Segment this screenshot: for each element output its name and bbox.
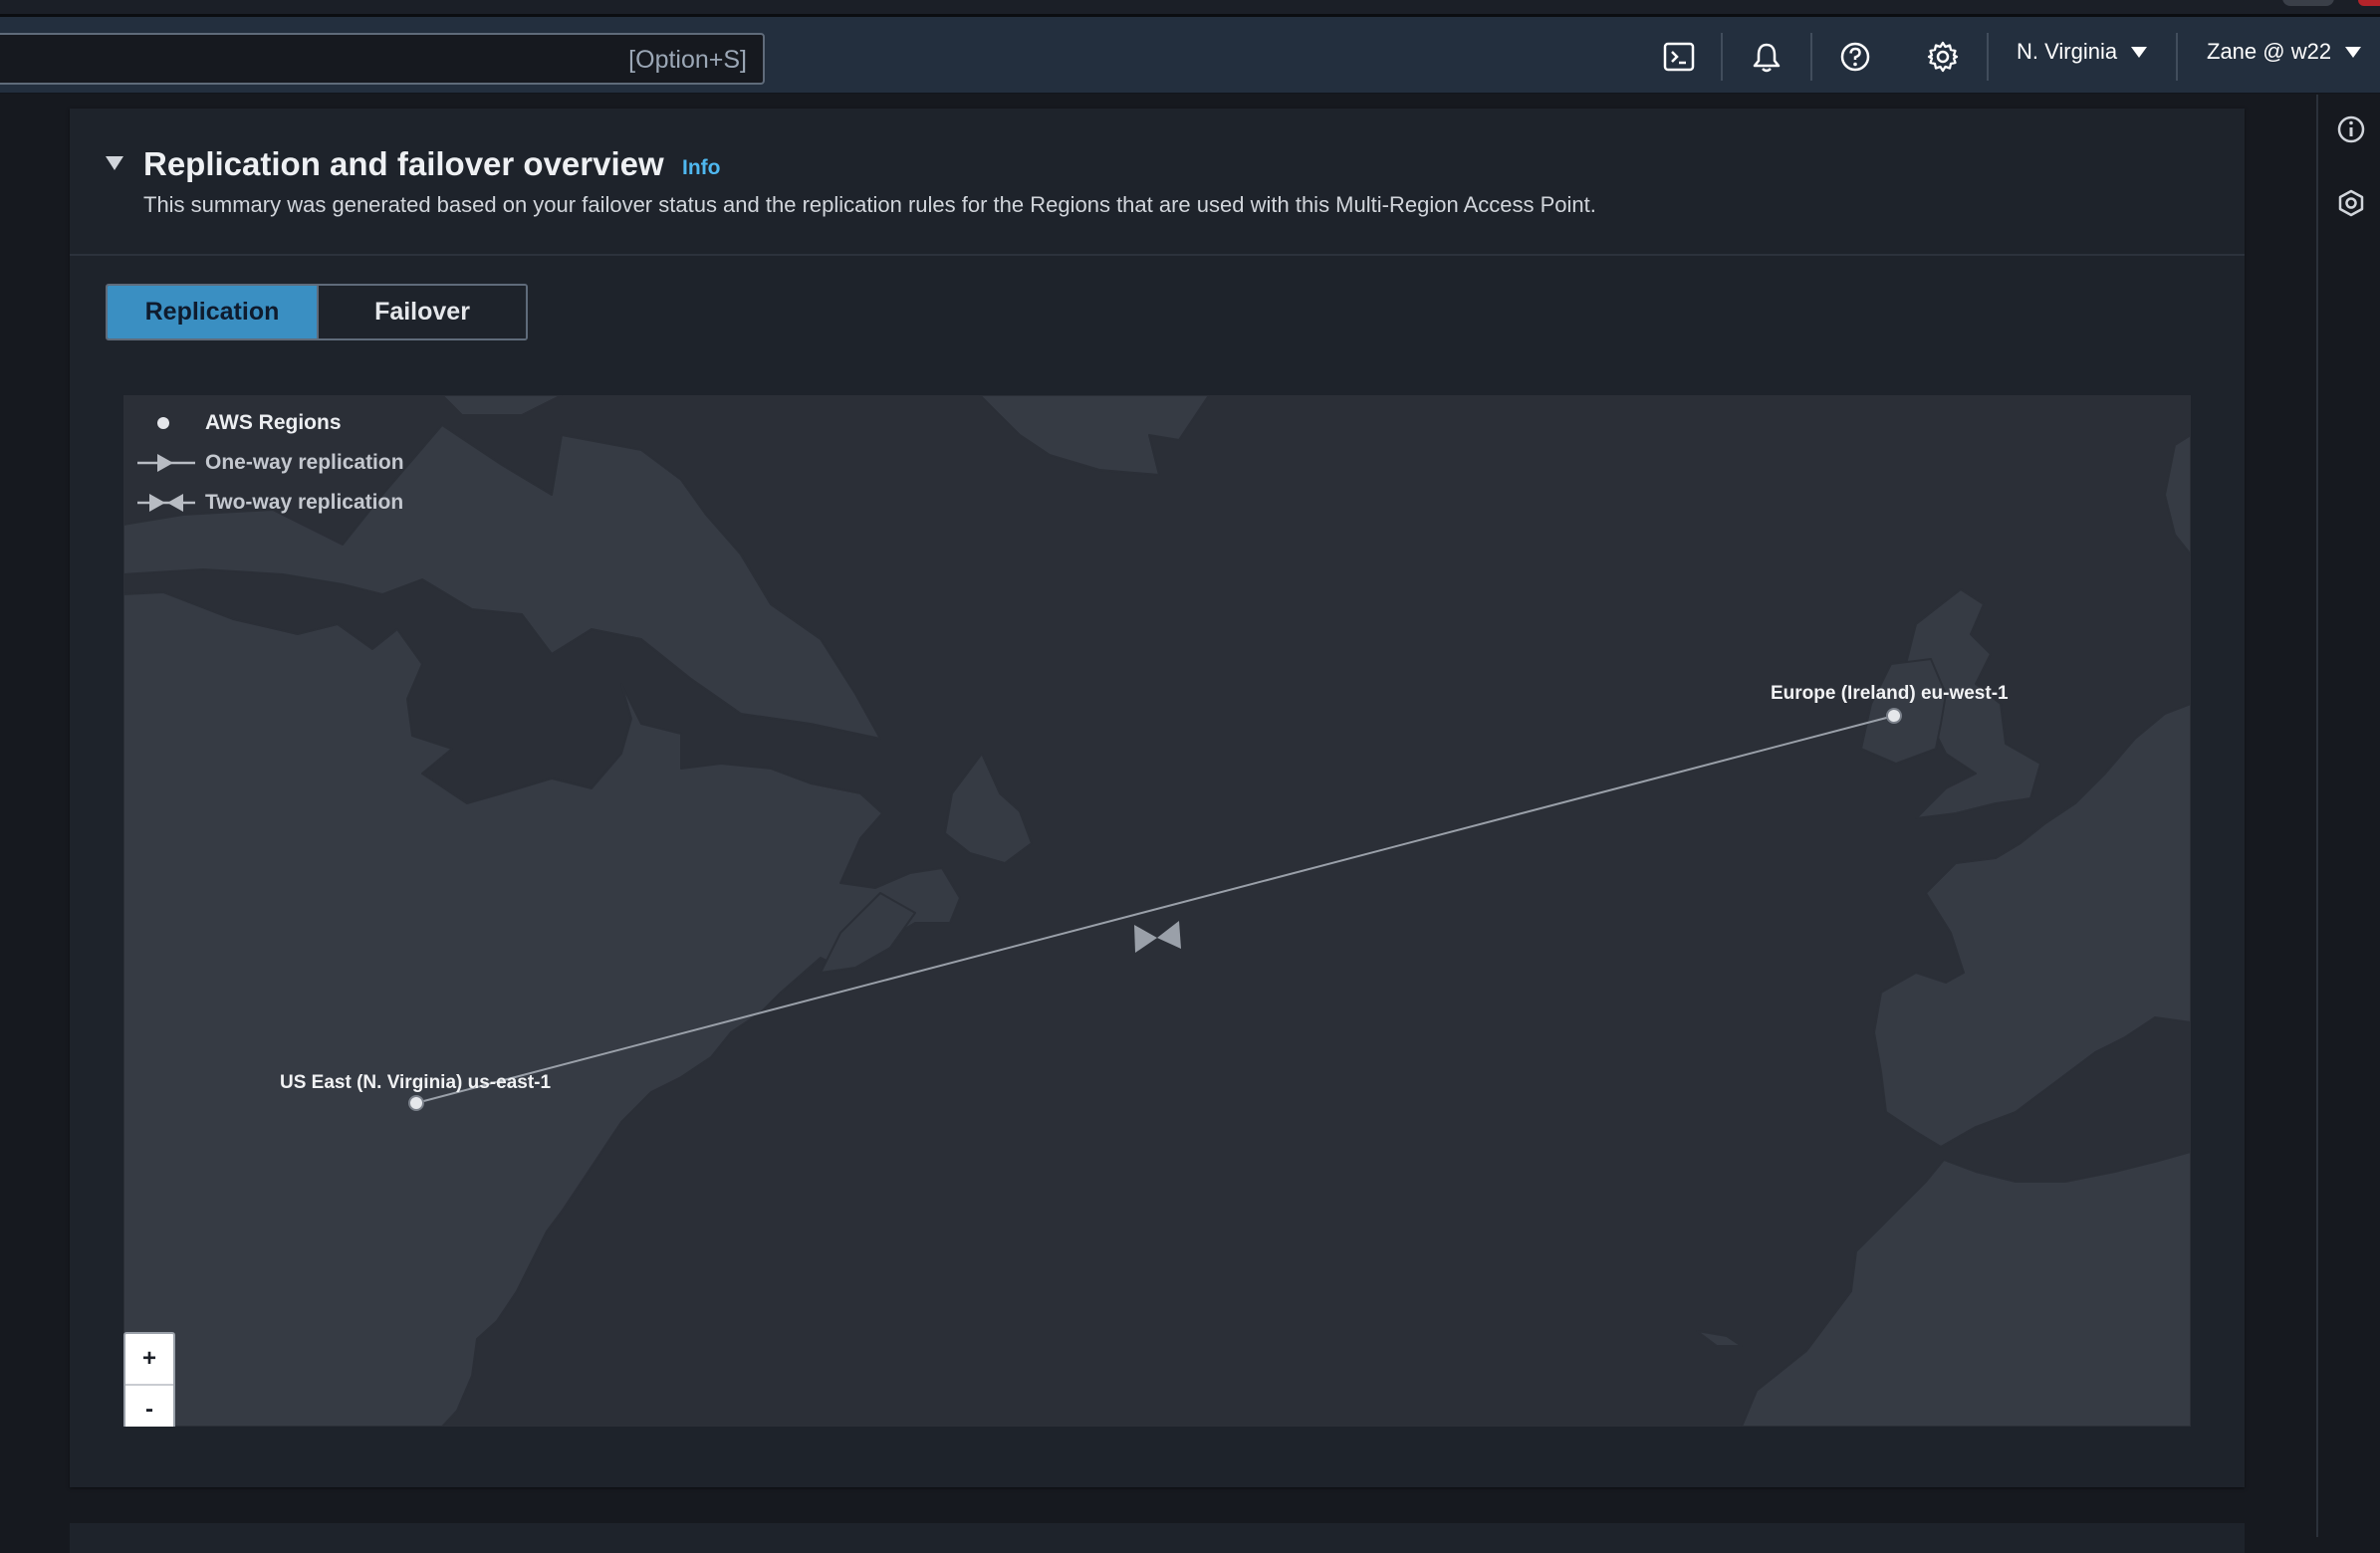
ireland-island [1860,658,1947,765]
region-label-eu-west-1: Europe (Ireland) eu-west-1 [1771,683,2009,704]
browser-close-indicator[interactable] [2358,0,2380,6]
zoom-controls: + - [123,1332,175,1427]
scandinavia-landmass [2164,434,2191,555]
nav-separator [1721,33,1723,81]
panel-title: Replication and failover overview [143,145,664,182]
greenland-landmass [979,395,1210,476]
africa-landmass [1741,1151,2191,1427]
search-box[interactable]: [Option+S] [0,33,765,85]
right-utility-rail [2316,95,2380,1537]
canary-islands [1696,1330,1743,1347]
caret-down-icon [2345,46,2362,58]
panel-description: This summary was generated based on your… [143,192,1596,217]
bell-icon[interactable] [1747,37,1786,77]
tab-failover[interactable]: Failover [317,286,526,338]
region-marker-eu-west-1[interactable] [1886,708,1902,724]
nav-separator [2176,33,2178,81]
one-way-arrow-icon [133,448,201,478]
left-gutter [0,95,70,1537]
next-panel [70,1523,2245,1553]
browser-tab-pill[interactable] [2282,0,2334,6]
account-menu-label: Zane @ w22 [2207,39,2332,64]
legend-label-two-way: Two-way replication [205,491,404,514]
caret-down-icon [2131,46,2148,58]
map-legend: AWS Regions One-way replication Two-way … [133,403,404,523]
legend-row-regions: AWS Regions [133,403,404,443]
map-canvas [123,395,2191,1427]
settings-panel-icon[interactable] [2336,188,2366,218]
account-menu[interactable]: Zane @ w22 [2207,39,2362,65]
two-way-arrow-icon [133,488,201,518]
legend-label-one-way: One-way replication [205,451,404,474]
collapse-caret-icon[interactable] [106,156,123,170]
newfoundland-island [944,753,1033,864]
region-map[interactable]: AWS Regions One-way replication Two-way … [123,395,2191,1427]
nav-separator [1987,33,1989,81]
cloudshell-icon[interactable] [1659,37,1699,77]
gear-icon[interactable] [1923,37,1963,77]
baffin-islands [441,395,563,416]
arrow-to-us-icon [1157,921,1181,949]
region-selector[interactable]: N. Virginia [2017,39,2148,65]
legend-row-one-way: One-way replication [133,443,404,483]
legend-label-regions: AWS Regions [205,411,342,434]
info-panel-icon[interactable] [2336,114,2366,144]
help-icon[interactable] [1835,37,1875,77]
arrow-to-europe-icon [1134,925,1157,953]
info-link[interactable]: Info [682,156,720,180]
top-navigation: [Option+S] N. Virginia Zane @ w22 [0,17,2380,94]
region-label-us-east-1: US East (N. Virginia) us-east-1 [280,1072,552,1093]
search-shortcut-hint: [Option+S] [628,46,747,74]
browser-chrome-strip [0,0,2380,17]
replication-failover-panel: Replication and failover overview Info T… [70,109,2245,1487]
region-marker-us-east-1[interactable] [408,1095,424,1111]
zoom-in-button[interactable]: + [125,1334,173,1384]
view-segmented-control: Replication Failover [106,284,528,340]
panel-header: Replication and failover overview Info T… [70,109,2245,256]
region-selector-label: N. Virginia [2017,39,2118,64]
legend-row-two-way: Two-way replication [133,483,404,523]
tab-replication[interactable]: Replication [108,286,317,338]
nav-separator [1810,33,1812,81]
zoom-out-button[interactable]: - [125,1384,173,1427]
region-dot-icon [133,408,201,438]
